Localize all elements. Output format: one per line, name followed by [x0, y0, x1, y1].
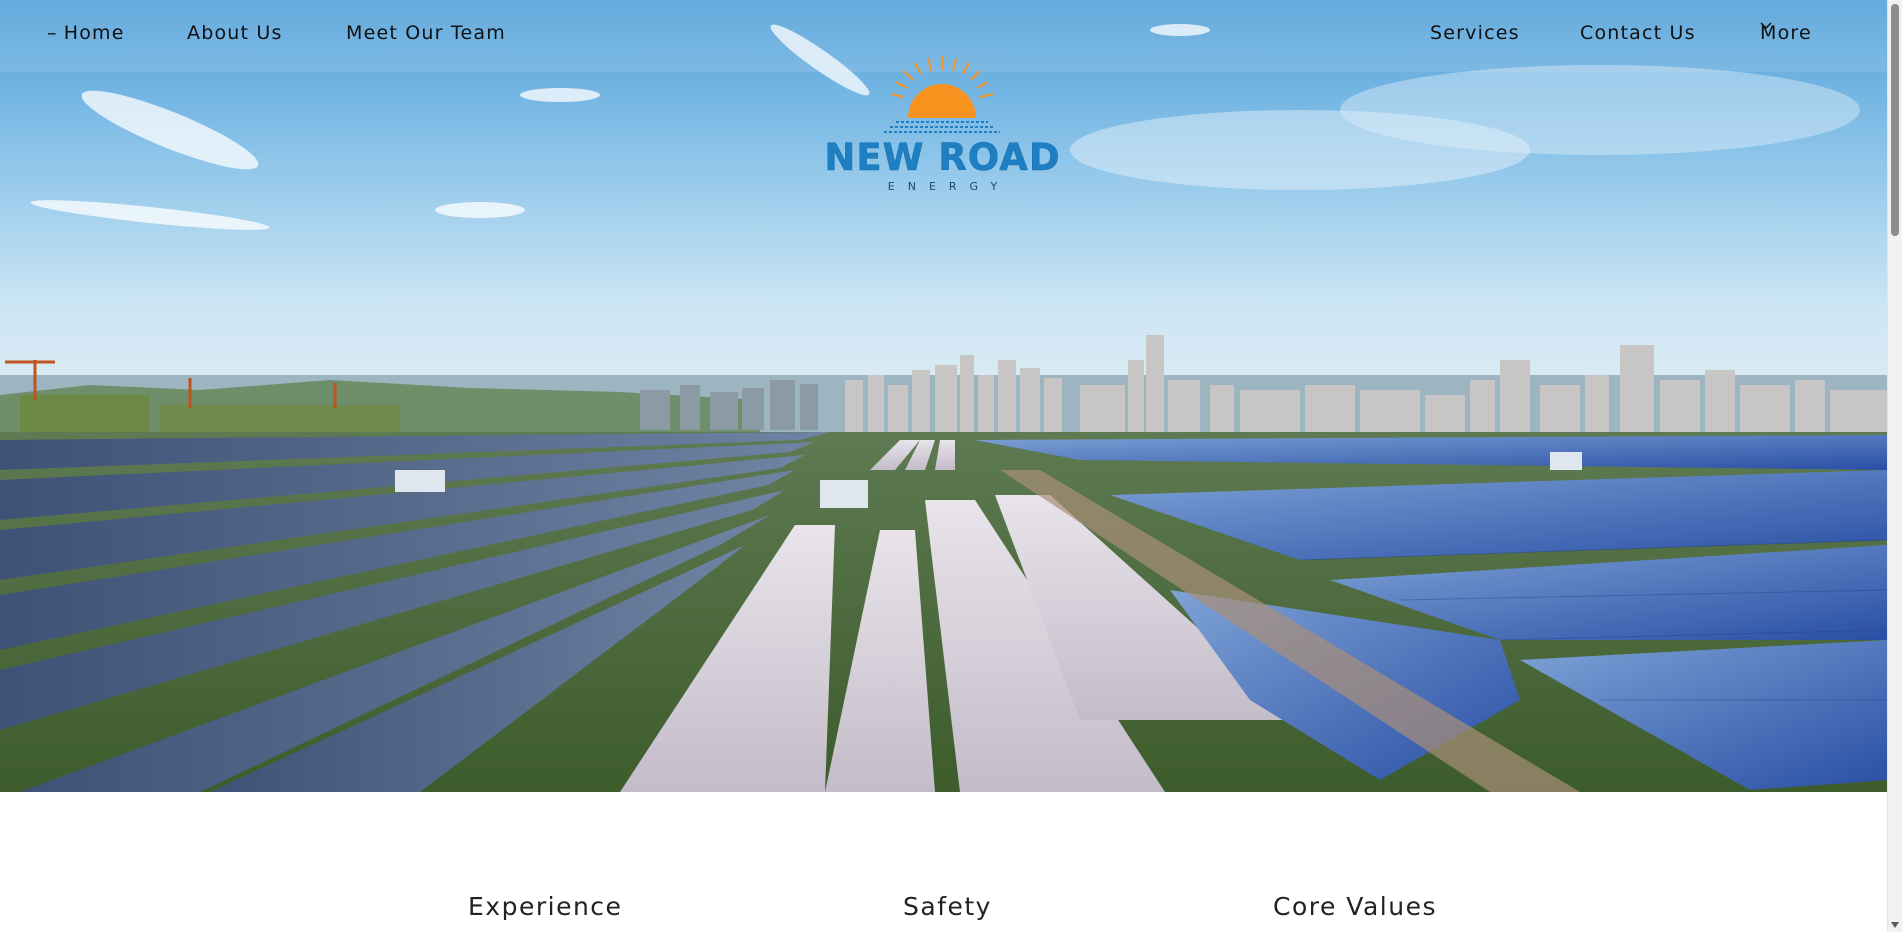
- nav-more[interactable]: More: [1760, 22, 1818, 44]
- feature-heading-experience: Experience: [468, 892, 623, 921]
- nav-meet-our-team[interactable]: Meet Our Team: [346, 22, 506, 44]
- feature-heading-safety: Safety: [903, 892, 992, 921]
- logo-tagline: ENERGY: [887, 180, 1011, 193]
- nav-contact-us[interactable]: Contact Us: [1580, 22, 1696, 44]
- hero-image: – Home About Us Meet Our Team Services Co…: [0, 0, 1887, 792]
- nav-home[interactable]: – Home: [47, 22, 125, 44]
- site-logo[interactable]: NEW ROAD ENERGY: [800, 52, 1085, 202]
- page: – Home About Us Meet Our Team Services Co…: [0, 0, 1887, 932]
- nav-home-label: Home: [63, 22, 125, 44]
- sun-icon: [884, 56, 1000, 133]
- scroll-down-arrow-icon[interactable]: [1891, 922, 1899, 928]
- feature-heading-core-values: Core Values: [1273, 892, 1437, 921]
- scrollbar-thumb[interactable]: [1891, 4, 1899, 236]
- logo-wordmark: NEW ROAD: [824, 136, 1061, 179]
- nav-home-marker: –: [47, 22, 58, 44]
- nav-services[interactable]: Services: [1430, 22, 1520, 44]
- nav-about-us[interactable]: About Us: [187, 22, 283, 44]
- page-scrollbar[interactable]: [1887, 0, 1902, 932]
